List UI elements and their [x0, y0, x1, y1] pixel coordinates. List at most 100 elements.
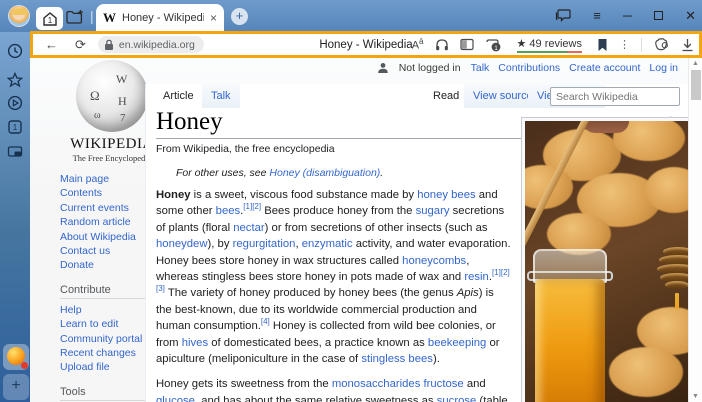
more-options-icon[interactable]: ⋮: [619, 38, 630, 51]
browser-sidebar: 1 +: [0, 32, 30, 402]
wiki-link[interactable]: regurgitation: [233, 238, 296, 250]
honey-dipper-head: [657, 247, 688, 291]
paragraph-1: Honey is a sweet, viscous food substance…: [156, 187, 512, 367]
wiki-tabs-row: Article Talk Read View source View histo…: [146, 84, 688, 108]
history-clock-icon[interactable]: [7, 43, 23, 59]
bookmark-icon[interactable]: [597, 38, 608, 52]
svg-text:1: 1: [13, 123, 18, 132]
wiki-link[interactable]: nectar: [233, 222, 264, 234]
wiki-link[interactable]: enzymatic: [302, 238, 353, 250]
article-thumbnail[interactable]: [521, 117, 688, 402]
profile-avatar[interactable]: [8, 5, 30, 27]
globe-letter: W: [116, 72, 127, 87]
url-text: en.wikipedia.org: [119, 39, 195, 51]
svg-text:1: 1: [494, 45, 498, 52]
workspace-1-icon[interactable]: 1: [7, 119, 23, 135]
screen-cast-icon[interactable]: [7, 144, 23, 160]
home-button[interactable]: 1: [36, 7, 63, 30]
user-icon: [377, 62, 389, 74]
tab-title: Honey - Wikipedia: [122, 12, 204, 24]
sidebar-heading: Contribute: [60, 284, 156, 299]
tab-article[interactable]: Article: [154, 84, 203, 108]
honey-jar-photo: [525, 121, 688, 402]
browser-tab[interactable]: W Honey - Wikipedia ×: [96, 4, 224, 32]
wiki-link[interactable]: beekeeping: [428, 337, 486, 349]
reload-button[interactable]: ⟳: [75, 37, 86, 53]
tab-close-icon[interactable]: ×: [210, 11, 217, 25]
personal-link[interactable]: Log in: [649, 62, 678, 74]
titlebar-separator: |: [90, 8, 94, 24]
split-screen-icon[interactable]: [460, 38, 474, 51]
honey-jar: [533, 249, 607, 402]
new-tab-button[interactable]: +: [231, 8, 248, 25]
tab-actions-icon[interactable]: 1: [485, 37, 502, 52]
globe-letter: ω: [94, 110, 101, 121]
wikipedia-globe-icon: ΩWH7ω: [76, 60, 148, 132]
tab-read[interactable]: Read: [424, 84, 468, 108]
feedback-chat-icon[interactable]: [555, 8, 571, 23]
address-toolbar-highlighted: ← ⟳ en.wikipedia.org Honey - Wikipedia A…: [30, 31, 702, 58]
wiki-link[interactable]: stingless bees: [361, 353, 433, 365]
page-scrollbar[interactable]: ▲ ▼: [688, 58, 702, 402]
reviews-label: ★ 49 reviews: [517, 37, 583, 50]
translate-icon[interactable]: Aā: [412, 37, 424, 52]
back-button[interactable]: ←: [45, 37, 58, 52]
minimize-icon[interactable]: ─: [623, 9, 632, 22]
search-box[interactable]: [550, 87, 680, 106]
personal-bar: Not logged in Talk Contributions Create ac…: [377, 62, 678, 74]
article-body: Honey From Wikipedia, the free encyclope…: [156, 108, 679, 402]
sidebar-heading: Tools: [60, 386, 156, 401]
wiki-link[interactable]: resin: [464, 271, 489, 283]
window-controls: ≡ ─ ✕: [555, 0, 696, 31]
toolbar-actions: Aā 1 ★ 49 reviews ⋮: [412, 37, 694, 53]
wikipedia-page: Not logged in Talk Contributions Create ac…: [30, 58, 688, 402]
honey-drip: [675, 293, 679, 309]
new-folder-icon: [66, 9, 85, 25]
lock-icon: [104, 39, 114, 51]
play-media-icon[interactable]: [7, 95, 23, 111]
close-icon[interactable]: ✕: [685, 9, 696, 22]
wiki-link[interactable]: honey bees: [417, 189, 475, 201]
personal-links: Talk Contributions Create account Log in: [471, 62, 678, 74]
wiki-link[interactable]: bees: [216, 205, 241, 217]
personal-link[interactable]: Contributions: [498, 62, 560, 74]
personal-link[interactable]: Talk: [471, 62, 490, 74]
new-folder-button[interactable]: [66, 9, 85, 25]
wiki-link[interactable]: sucrose: [437, 395, 477, 402]
tab-talk[interactable]: Talk: [202, 84, 240, 108]
scroll-down-arrow[interactable]: ▼: [692, 393, 699, 400]
scrollbar-thumb[interactable]: [691, 70, 701, 100]
paragraph-2: Honey gets its sweetness from the monosa…: [156, 376, 512, 402]
reviews-underline: [517, 51, 583, 53]
wiki-link[interactable]: hives: [182, 337, 208, 349]
dock-add-button[interactable]: +: [3, 374, 29, 400]
search-input[interactable]: [556, 91, 688, 103]
wiki-content-area: Article Talk Read View source View histo…: [145, 84, 688, 402]
wiki-link[interactable]: sugary: [416, 205, 450, 217]
address-bar[interactable]: en.wikipedia.org: [98, 36, 204, 53]
wiki-link[interactable]: monosaccharides: [332, 378, 421, 390]
wiki-link[interactable]: fructose: [424, 378, 464, 390]
wiki-link[interactable]: glucose: [156, 395, 195, 402]
login-status: Not logged in: [399, 62, 461, 74]
globe-letter: 7: [120, 112, 126, 124]
hand-gesture-icon[interactable]: [653, 37, 670, 52]
wiki-link[interactable]: honeydew: [156, 238, 208, 250]
hand-holding-dipper: [583, 121, 629, 133]
notification-dot: [21, 362, 28, 369]
personal-link[interactable]: Create account: [569, 62, 640, 74]
app-shortcut[interactable]: [3, 344, 29, 370]
scroll-up-arrow[interactable]: ▲: [692, 60, 699, 67]
home-icon: 1: [41, 10, 59, 28]
maximize-icon[interactable]: [654, 11, 663, 20]
globe-letter: Ω: [90, 88, 100, 104]
menu-icon[interactable]: ≡: [593, 9, 601, 22]
download-icon[interactable]: [681, 38, 694, 52]
browser-window: 1 | W Honey - Wikipedia × + ≡ ─ ✕: [0, 0, 702, 402]
wiki-link[interactable]: Honey (disambiguation): [269, 167, 380, 179]
site-reviews[interactable]: ★ 49 reviews: [517, 37, 583, 53]
read-aloud-headphones-icon[interactable]: [435, 38, 449, 52]
wiki-link[interactable]: honeycombs: [402, 255, 466, 267]
star-bookmarks-icon[interactable]: [7, 72, 23, 88]
toolbar-divider: [641, 38, 642, 52]
